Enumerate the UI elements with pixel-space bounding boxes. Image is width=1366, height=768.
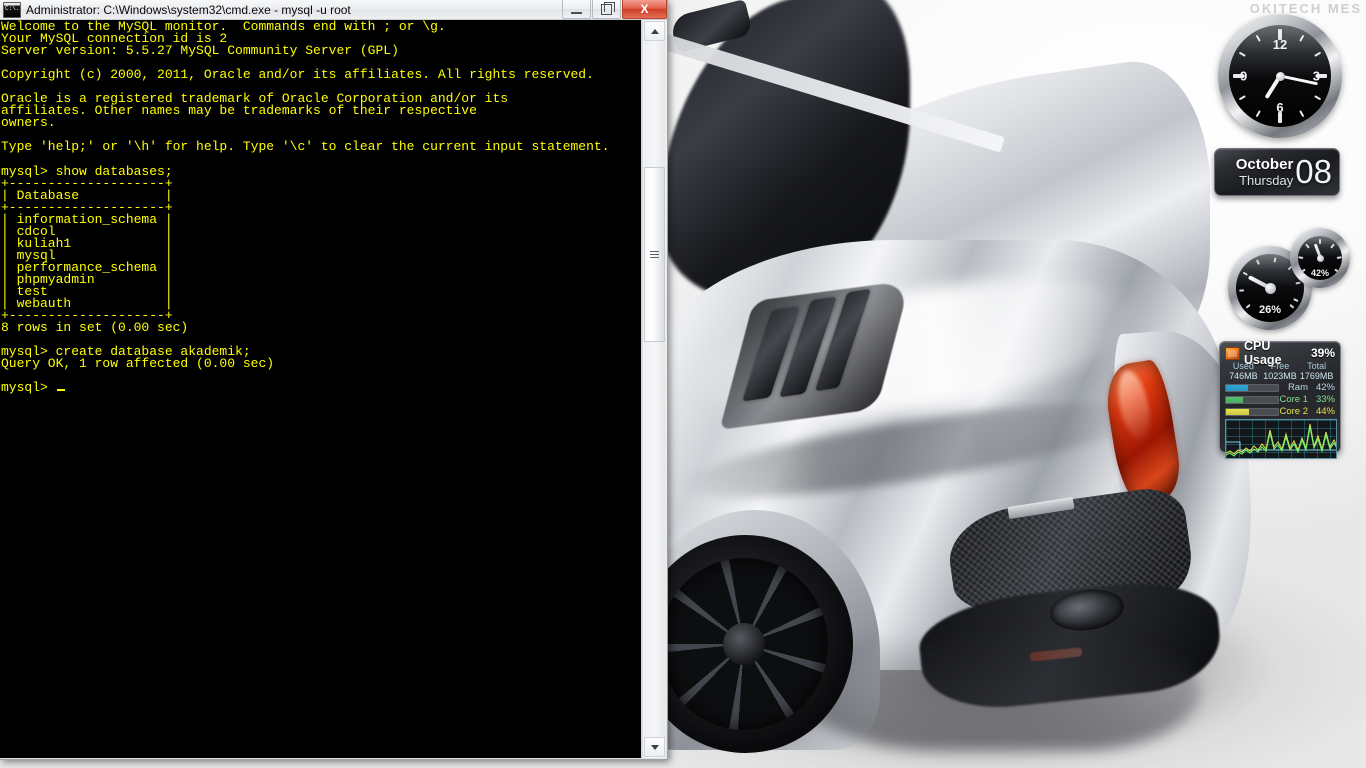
minimize-button[interactable] — [562, 0, 591, 19]
clock-numeral-9: 9 — [1240, 68, 1248, 84]
core2-bar-track — [1225, 407, 1279, 416]
scroll-down-button[interactable] — [644, 737, 665, 757]
gauge-face: 42% — [1298, 236, 1342, 280]
chevron-down-icon — [650, 744, 659, 750]
calendar-gadget[interactable]: October Thursday 08 — [1214, 148, 1340, 196]
cpu-gadget-header: CPU Usage 39% — [1225, 339, 1335, 367]
scrollbar-grip-icon — [650, 251, 659, 258]
clock-tick — [1314, 51, 1322, 57]
memory-headers: Used Free Total — [1225, 361, 1335, 371]
console-vertical-scrollbar[interactable] — [642, 20, 666, 758]
gauge-hub — [1316, 254, 1324, 262]
core1-bar-label: Core 1 — [1279, 394, 1308, 405]
gauge-tick — [1319, 239, 1321, 244]
core2-bar-label: Core 2 — [1279, 406, 1308, 417]
calendar-month: October — [1235, 156, 1294, 173]
gauge-gadget-group: 42% 26% — [1218, 228, 1350, 333]
window-controls: X — [561, 0, 667, 20]
gauge-tick — [1336, 256, 1342, 260]
cmd-icon — [3, 1, 21, 18]
close-icon: X — [640, 2, 649, 16]
wallpaper-car-image — [617, 0, 1262, 753]
gauge-tick — [1255, 259, 1260, 265]
car-lower-shade — [800, 630, 1200, 750]
gauge-tick — [1273, 257, 1277, 263]
calendar-weekday: Thursday — [1239, 173, 1294, 188]
clock-tick — [1238, 51, 1246, 57]
close-button[interactable]: X — [622, 0, 667, 19]
scrollbar-track-upper[interactable] — [644, 41, 665, 167]
clock-face: 12 3 6 9 — [1229, 25, 1331, 127]
ram-gauge-label: 42% — [1310, 268, 1329, 278]
console-output-area[interactable]: Welcome to the MySQL monitor. Commands e… — [0, 20, 642, 758]
cpu-chip-icon — [1225, 346, 1240, 360]
clock-gadget[interactable]: 12 3 6 9 — [1218, 14, 1342, 138]
scrollbar-track-lower[interactable] — [644, 342, 665, 737]
gauge-tick — [1330, 243, 1335, 249]
core2-bar-percent: 44% — [1315, 406, 1335, 417]
core1-bar-fill — [1226, 396, 1244, 403]
ram-bar-percent: 42% — [1315, 382, 1335, 393]
clock-tick — [1255, 34, 1261, 42]
console-cursor — [56, 389, 65, 392]
console-text: Welcome to the MySQL monitor. Commands e… — [1, 20, 610, 396]
core1-bar-row: Core 1 33% — [1225, 394, 1335, 405]
chevron-up-icon — [650, 28, 659, 34]
clock-tick — [1299, 110, 1305, 118]
clock-tick — [1238, 95, 1246, 101]
clock-numeral-6: 6 — [1276, 100, 1284, 115]
gauge-tick — [1295, 281, 1301, 285]
scroll-up-button[interactable] — [644, 21, 665, 41]
restore-icon — [601, 1, 615, 15]
cpu-history-graph — [1225, 419, 1337, 459]
clock-tick — [1314, 95, 1322, 101]
memory-header-used: Used — [1232, 361, 1254, 371]
gauge-tick — [1293, 298, 1299, 303]
gauge-tick — [1239, 289, 1245, 292]
memory-used-value: 746MB — [1229, 371, 1258, 381]
memory-header-total: Total — [1307, 361, 1327, 371]
restore-button[interactable] — [592, 0, 621, 19]
core1-bar-percent: 33% — [1315, 394, 1335, 405]
clock-numeral-12: 12 — [1272, 37, 1288, 52]
core1-bar-track — [1225, 395, 1279, 404]
ram-bar-label: Ram — [1287, 382, 1308, 393]
gauge-hub — [1264, 282, 1276, 294]
calendar-text-block: October Thursday — [1215, 156, 1295, 188]
car-rim-hub — [723, 623, 765, 665]
clock-center-cap — [1275, 71, 1285, 81]
cmd-window[interactable]: Administrator: C:\Windows\system32\cmd.e… — [0, 0, 668, 760]
cpu-gauge-label: 26% — [1258, 304, 1282, 316]
clock-tick — [1255, 110, 1261, 118]
desktop-screen: OKITECH MES 12 3 6 9 October Thursday 08… — [0, 0, 1366, 768]
ram-bar-fill — [1226, 384, 1248, 391]
calendar-date: 08 — [1295, 153, 1332, 190]
memory-free-value: 1023MB — [1263, 371, 1297, 381]
cmd-window-title: Administrator: C:\Windows\system32\cmd.e… — [26, 2, 351, 17]
ram-bar-row: Ram 42% — [1225, 382, 1335, 393]
gauge-tick — [1298, 256, 1304, 260]
ram-bar-track — [1225, 383, 1279, 392]
minimize-icon — [571, 5, 582, 14]
scrollbar-thumb[interactable] — [644, 167, 665, 342]
cpu-history-svg — [1226, 423, 1336, 457]
memory-values: 746MB 1023MB 1769MB — [1225, 371, 1335, 381]
core2-bar-row: Core 2 44% — [1225, 406, 1335, 417]
cpu-total-percent: 39% — [1310, 346, 1335, 360]
gauge-tick — [1242, 271, 1248, 276]
clock-tick — [1299, 34, 1305, 42]
memory-total-value: 1769MB — [1299, 371, 1334, 381]
gauge-tick — [1305, 243, 1310, 249]
cmd-titlebar[interactable]: Administrator: C:\Windows\system32\cmd.e… — [0, 0, 667, 20]
cpu-usage-gadget[interactable]: CPU Usage 39% Used Free Total 746MB 1023… — [1219, 339, 1341, 459]
memory-header-free: Free — [1270, 361, 1290, 371]
core2-bar-fill — [1226, 408, 1249, 415]
ram-gauge[interactable]: 42% — [1290, 228, 1350, 288]
